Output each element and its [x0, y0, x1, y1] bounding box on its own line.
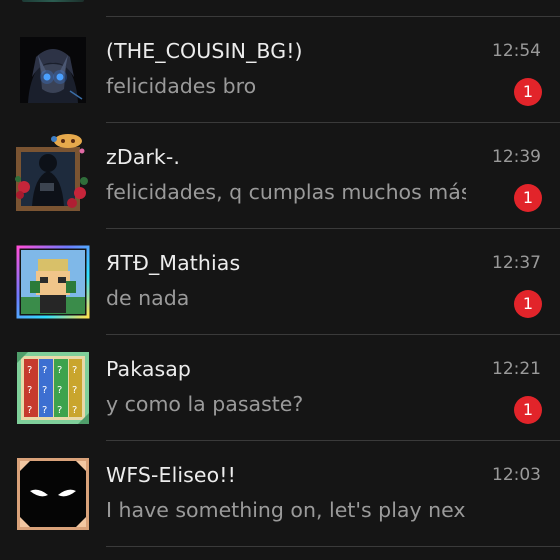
svg-text:?: ? — [57, 405, 62, 416]
chat-list-screen: (THE_COUSIN_BG!) 12:54 felicidades bro 1 — [0, 0, 560, 560]
lucky-blocks-avatar: ? ? ? ? ? ? ? ? ? ? ? ? — [16, 351, 90, 425]
svg-text:?: ? — [72, 385, 77, 396]
svg-text:?: ? — [42, 405, 47, 416]
svg-text:?: ? — [57, 385, 62, 396]
anime-character-avatar — [20, 37, 86, 103]
previous-chat-row-fragment[interactable] — [0, 0, 560, 16]
message-preview: I have something on, let's play next ... — [106, 498, 466, 522]
svg-text:?: ? — [27, 385, 32, 396]
svg-text:?: ? — [27, 405, 32, 416]
message-time: 12:39 — [492, 147, 541, 167]
chat-row-pakasap[interactable]: ? ? ? ? ? ? ? ? ? ? ? ? Pakasap 12:21 y … — [0, 335, 560, 441]
contact-name: zDark-. — [106, 145, 181, 169]
glowing-eyes-avatar — [16, 457, 90, 531]
message-time: 12:54 — [492, 41, 541, 61]
contact-name: (THE_COUSIN_BG!) — [106, 39, 303, 63]
message-preview: felicidades, q cumplas muchos más — [106, 180, 466, 204]
chat-row-the-cousin-bg[interactable]: (THE_COUSIN_BG!) 12:54 felicidades bro 1 — [0, 17, 560, 123]
chat-row-wfs-eliseo[interactable]: WFS-Eliseo!! 12:03 I have something on, … — [0, 441, 560, 547]
message-time: 12:37 — [492, 253, 541, 273]
contact-name: ЯТĐ_Mathias — [106, 251, 241, 275]
message-preview: de nada — [106, 286, 190, 310]
previous-chat-avatar — [22, 0, 84, 2]
message-preview: y como la pasaste? — [106, 392, 304, 416]
svg-text:?: ? — [27, 365, 32, 376]
svg-text:?: ? — [72, 365, 77, 376]
row-divider — [106, 546, 560, 547]
svg-text:?: ? — [42, 365, 47, 376]
contact-name: Pakasap — [106, 357, 192, 381]
framed-portrait-with-roses-avatar — [12, 131, 96, 215]
unread-badge: 1 — [514, 290, 542, 318]
blocky-character-neon-frame-avatar — [16, 245, 90, 319]
svg-text:?: ? — [42, 385, 47, 396]
chat-row-zdark[interactable]: zDark-. 12:39 felicidades, q cumplas muc… — [0, 123, 560, 229]
message-time: 12:21 — [492, 359, 541, 379]
message-time: 12:03 — [492, 465, 541, 485]
unread-badge: 1 — [514, 396, 542, 424]
unread-badge: 1 — [514, 78, 542, 106]
unread-badge: 1 — [514, 184, 542, 212]
svg-text:?: ? — [57, 365, 62, 376]
chat-row-rtd-mathias[interactable]: ЯТĐ_Mathias 12:37 de nada 1 — [0, 229, 560, 335]
svg-text:?: ? — [72, 405, 77, 416]
contact-name: WFS-Eliseo!! — [106, 463, 236, 487]
message-preview: felicidades bro — [106, 74, 257, 98]
